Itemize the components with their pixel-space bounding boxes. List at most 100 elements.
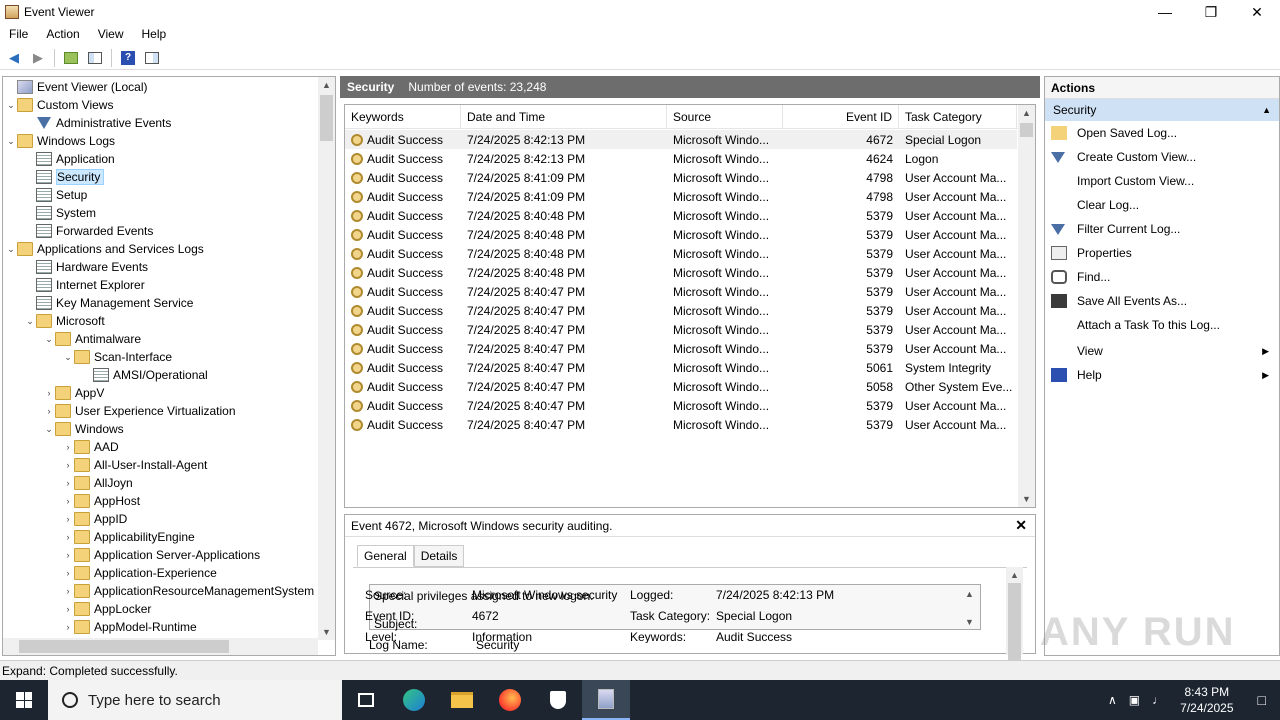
task-view-icon[interactable]	[342, 680, 390, 720]
tree-hscroll-thumb[interactable]	[19, 640, 229, 653]
help-icon[interactable]: ?	[118, 48, 138, 68]
table-row[interactable]: Audit Success 7/24/2025 8:40:48 PM Microso…	[345, 244, 1017, 263]
table-row[interactable]: Audit Success 7/24/2025 8:40:47 PM Microso…	[345, 339, 1017, 358]
column-date-time[interactable]: Date and Time	[461, 105, 667, 129]
action-item[interactable]: Save All Events As...	[1045, 289, 1279, 313]
chevron-right-icon[interactable]: ›	[43, 388, 55, 398]
tree-item[interactable]: Application	[24, 150, 115, 168]
chevron-right-icon[interactable]: ›	[62, 604, 74, 614]
chevron-right-icon[interactable]: ›	[62, 568, 74, 578]
scroll-up-icon[interactable]: ▲	[1006, 570, 1023, 580]
chevron-right-icon[interactable]: ›	[43, 406, 55, 416]
tree-item[interactable]: › AppID	[62, 510, 127, 528]
chevron-right-icon[interactable]: ›	[62, 622, 74, 632]
action-item[interactable]: Open Saved Log...	[1045, 121, 1279, 145]
tree-item[interactable]: ⌄ Scan-Interface	[62, 348, 172, 366]
chevron-right-icon[interactable]: ›	[62, 532, 74, 542]
scroll-down-icon[interactable]: ▼	[318, 627, 335, 637]
tree-item[interactable]: ⌄ Windows Logs	[5, 132, 115, 150]
table-row[interactable]: Audit Success 7/24/2025 8:41:09 PM Microso…	[345, 168, 1017, 187]
tree-item[interactable]: › ApplicationResourceManagementSystem	[62, 582, 314, 600]
menu-view[interactable]: View	[89, 27, 133, 41]
network-icon[interactable]: ▣	[1123, 693, 1146, 707]
chevron-right-icon[interactable]: ›	[62, 586, 74, 596]
notification-icon[interactable]: □	[1244, 692, 1280, 708]
chevron-down-icon[interactable]: ⌄	[5, 136, 17, 147]
scroll-up-icon[interactable]: ▲	[1018, 108, 1035, 118]
file-explorer-icon[interactable]	[438, 680, 486, 720]
event-description[interactable]: Special privileges assigned to new logon…	[369, 584, 981, 631]
table-row[interactable]: Audit Success 7/24/2025 8:40:47 PM Microso…	[345, 282, 1017, 301]
tree-item[interactable]: ⌄ Custom Views	[5, 96, 113, 114]
table-row[interactable]: Audit Success 7/24/2025 8:40:47 PM Microso…	[345, 320, 1017, 339]
back-icon[interactable]: ◀	[4, 48, 24, 68]
action-item[interactable]: Help ▶	[1045, 363, 1279, 387]
table-row[interactable]: Audit Success 7/24/2025 8:40:47 PM Microso…	[345, 377, 1017, 396]
tab-details[interactable]: Details	[413, 545, 465, 567]
action-item[interactable]: Find...	[1045, 265, 1279, 289]
events-vertical-scrollbar[interactable]: ▲ ▼	[1018, 105, 1035, 507]
column-keywords[interactable]: Keywords	[345, 105, 461, 129]
table-row[interactable]: Audit Success 7/24/2025 8:42:13 PM Microso…	[345, 149, 1017, 168]
table-row[interactable]: Audit Success 7/24/2025 8:40:47 PM Microso…	[345, 301, 1017, 320]
tree-item[interactable]: AMSI/Operational	[81, 366, 208, 384]
tree-item[interactable]: › AppLocker	[62, 600, 151, 618]
tree-item[interactable]: Key Management Service	[24, 294, 193, 312]
detail-scroll-thumb[interactable]	[1008, 583, 1021, 663]
chevron-down-icon[interactable]: ⌄	[5, 100, 17, 111]
table-row[interactable]: Audit Success 7/24/2025 8:42:13 PM Microso…	[345, 130, 1017, 149]
action-item[interactable]: Clear Log...	[1045, 193, 1279, 217]
minimize-button[interactable]: —	[1142, 0, 1188, 24]
tree-item[interactable]: Hardware Events	[24, 258, 148, 276]
actions-section-security[interactable]: Security ▲	[1045, 99, 1279, 121]
chevron-down-icon[interactable]: ⌄	[62, 352, 74, 363]
security-shield-icon[interactable]	[534, 680, 582, 720]
action-item[interactable]: Create Custom View...	[1045, 145, 1279, 169]
chevron-down-icon[interactable]: ⌄	[43, 334, 55, 345]
chevron-right-icon[interactable]: ›	[62, 550, 74, 560]
taskbar-search[interactable]: Type here to search	[48, 680, 342, 720]
scroll-down-icon[interactable]: ▼	[1018, 494, 1035, 504]
tab-general[interactable]: General	[357, 545, 414, 567]
tree-item[interactable]: ⌄ Microsoft	[24, 312, 105, 330]
forward-icon[interactable]: ▶	[28, 48, 48, 68]
start-button[interactable]	[0, 680, 48, 720]
column-task-category[interactable]: Task Category	[899, 105, 1017, 129]
chevron-right-icon[interactable]: ›	[62, 514, 74, 524]
tree-item[interactable]: Forwarded Events	[24, 222, 153, 240]
tree-item[interactable]: ⌄ Antimalware	[43, 330, 141, 348]
menu-help[interactable]: Help	[133, 27, 176, 41]
action-item[interactable]: View ▶	[1045, 339, 1279, 363]
restore-button[interactable]: ❐	[1188, 0, 1234, 24]
chevron-down-icon[interactable]: ⌄	[43, 424, 55, 435]
tree-item[interactable]: Setup	[24, 186, 87, 204]
tree-item[interactable]: Administrative Events	[24, 114, 171, 132]
scroll-up-icon[interactable]: ▲	[961, 589, 978, 599]
close-button[interactable]: ✕	[1234, 0, 1280, 24]
action-item[interactable]: Attach a Task To this Log...	[1045, 313, 1279, 337]
menu-action[interactable]: Action	[37, 27, 88, 41]
table-row[interactable]: Audit Success 7/24/2025 8:40:48 PM Microso…	[345, 263, 1017, 282]
action-item[interactable]: Properties	[1045, 241, 1279, 265]
table-row[interactable]: Audit Success 7/24/2025 8:40:48 PM Microso…	[345, 225, 1017, 244]
tree-vertical-scrollbar[interactable]: ▲ ▼	[318, 77, 335, 640]
tree-item[interactable]: › AAD	[62, 438, 119, 456]
events-scroll-thumb[interactable]	[1020, 123, 1033, 137]
chevron-down-icon[interactable]: ⌄	[24, 316, 36, 327]
tree-item[interactable]: › AppHost	[62, 492, 140, 510]
tree-item[interactable]: ⌄ Windows	[43, 420, 124, 438]
tree-item[interactable]: › ApplicabilityEngine	[62, 528, 195, 546]
volume-icon[interactable]: ♩	[1146, 693, 1170, 707]
chevron-right-icon[interactable]: ›	[62, 478, 74, 488]
tree-horizontal-scrollbar[interactable]	[3, 638, 318, 655]
chevron-right-icon[interactable]: ›	[62, 460, 74, 470]
close-icon[interactable]: ✕	[1015, 517, 1027, 534]
chevron-right-icon[interactable]: ›	[62, 496, 74, 506]
action-item[interactable]: Import Custom View...	[1045, 169, 1279, 193]
chevron-down-icon[interactable]: ⌄	[5, 244, 17, 255]
tree-item[interactable]: Security	[24, 168, 105, 186]
edge-icon[interactable]	[390, 680, 438, 720]
tree-item[interactable]: ⌄ Applications and Services Logs	[5, 240, 204, 258]
show-hide-action-pane-icon[interactable]	[142, 48, 162, 68]
tree-item[interactable]: › AppModel-Runtime	[62, 618, 197, 636]
